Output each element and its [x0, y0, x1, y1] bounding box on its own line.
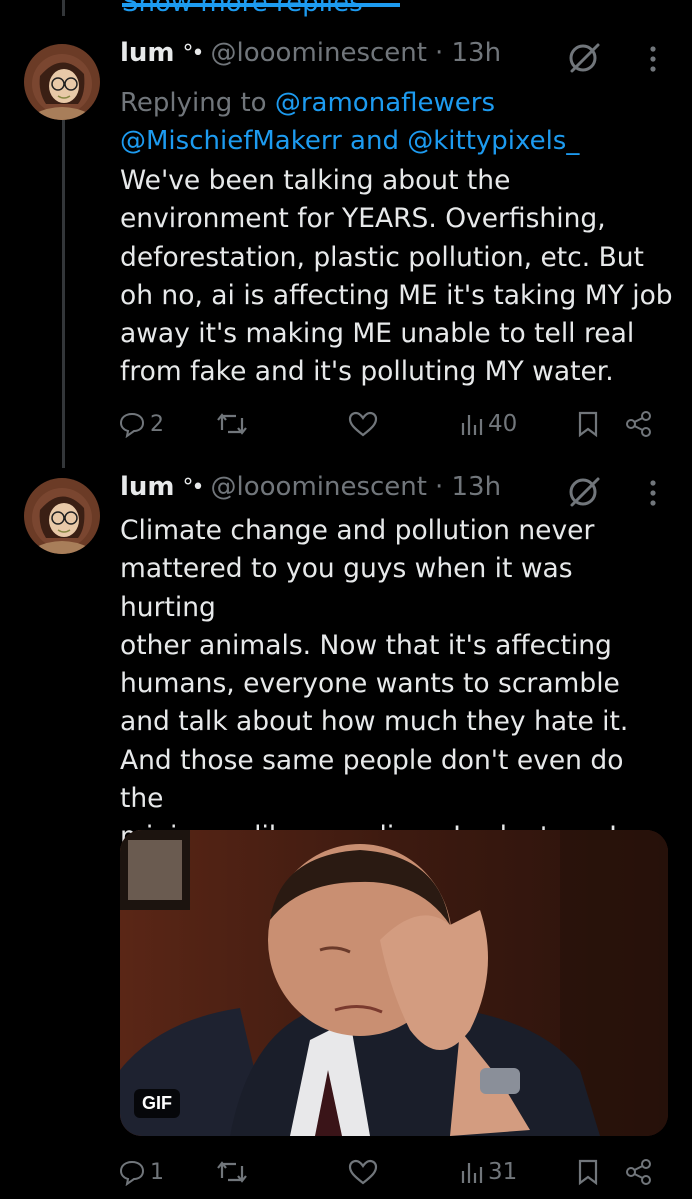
post-actions: 1 31 [118, 1152, 663, 1192]
view-count: 40 [488, 411, 518, 437]
bookmark-button[interactable] [576, 1158, 600, 1186]
like-button[interactable] [348, 1158, 378, 1186]
show-more-underline [122, 3, 400, 7]
gif-media[interactable]: GIF [120, 830, 668, 1136]
more-icon[interactable] [646, 478, 660, 512]
reply-button[interactable]: 2 [118, 410, 164, 438]
user-handle[interactable]: @looominescent [211, 38, 427, 68]
views-button[interactable]: 31 [460, 1159, 517, 1185]
post-actions: 2 40 [118, 404, 663, 444]
display-name[interactable]: lum [120, 38, 175, 68]
views-icon [461, 415, 483, 435]
reply-count: 2 [150, 411, 164, 437]
display-name[interactable]: lum [120, 472, 175, 502]
share-icon [626, 411, 651, 437]
avatar-image [24, 478, 100, 554]
grok-icon[interactable] [566, 40, 604, 80]
bookmark-icon [578, 411, 598, 438]
post-time[interactable]: · 13h [435, 472, 501, 502]
replying-to: Replying to @ramonaflewers @MischiefMake… [120, 84, 660, 160]
avatar-image [24, 44, 100, 120]
name-badge: °• [182, 474, 205, 500]
repost-button[interactable] [216, 1158, 248, 1186]
thread-line [62, 120, 65, 468]
view-count: 31 [488, 1159, 518, 1185]
mention-link[interactable]: @MischiefMakerr [120, 126, 342, 156]
views-icon [461, 1163, 483, 1183]
avatar[interactable] [24, 478, 100, 554]
repost-icon [217, 1161, 247, 1183]
post-header: lum °• @looominescent · 13h [120, 38, 501, 68]
replying-prefix: Replying to [120, 88, 267, 118]
like-icon [348, 1159, 378, 1185]
share-button[interactable] [624, 1158, 654, 1186]
repost-button[interactable] [216, 410, 248, 438]
user-handle[interactable]: @looominescent [211, 472, 427, 502]
more-icon[interactable] [646, 44, 660, 78]
views-button[interactable]: 40 [460, 411, 517, 437]
name-badge: °• [182, 40, 205, 66]
share-button[interactable] [624, 410, 654, 438]
share-icon [626, 1159, 651, 1185]
mention-link[interactable]: @ramonaflewers [275, 88, 495, 118]
grok-icon[interactable] [566, 474, 604, 514]
repost-icon [217, 413, 247, 435]
like-button[interactable] [348, 410, 378, 438]
reply-icon [119, 412, 145, 438]
avatar[interactable] [24, 44, 100, 120]
mention-and: and [350, 126, 399, 156]
reply-button[interactable]: 1 [118, 1158, 164, 1186]
reply-icon [119, 1160, 145, 1186]
thread-line [62, 0, 65, 16]
bookmark-button[interactable] [576, 410, 600, 438]
mention-link[interactable]: @kittypixels_ [407, 126, 579, 156]
post-text: We've been talking about the environment… [120, 165, 673, 388]
gif-image [120, 830, 668, 1136]
reply-count: 1 [150, 1159, 164, 1185]
like-icon [348, 411, 378, 437]
gif-badge: GIF [134, 1089, 180, 1118]
bookmark-icon [578, 1159, 598, 1186]
post-header: lum °• @looominescent · 13h [120, 472, 501, 502]
post-time[interactable]: · 13h [435, 38, 501, 68]
